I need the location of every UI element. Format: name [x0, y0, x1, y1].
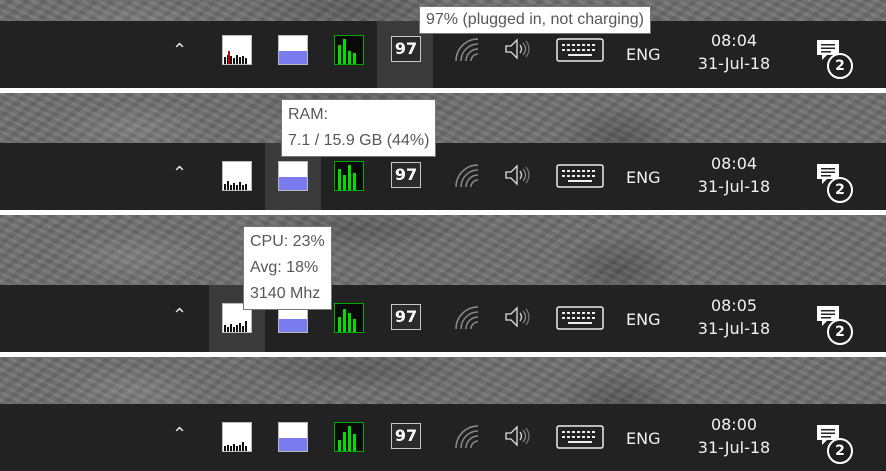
tooltip-line: Avg: 18%	[250, 259, 319, 276]
ram-meter-icon[interactable]	[278, 422, 308, 452]
ram-meter-icon[interactable]	[278, 161, 308, 191]
clock[interactable]: 08:04 31-Jul-18	[684, 153, 784, 199]
notification-count-badge: 2	[827, 438, 853, 464]
screenshot-panel-4: ⌃ 97 ENG 08:00 31-Jul-18 2	[0, 357, 886, 471]
input-language[interactable]: ENG	[626, 310, 660, 329]
network-graph-icon[interactable]	[334, 303, 364, 333]
network-graph-icon[interactable]	[334, 422, 364, 452]
screenshot-panel-1: ⌃ 97 ENG 08:04 31-Jul-18 2 97% (plugged …	[0, 0, 886, 88]
input-language[interactable]: ENG	[626, 168, 660, 187]
chevron-up-icon[interactable]: ⌃	[172, 41, 187, 61]
taskbar: ⌃ 97	[0, 404, 886, 471]
battery-icon[interactable]: 97	[391, 423, 421, 449]
chevron-up-icon[interactable]: ⌃	[172, 306, 187, 326]
network-graph-icon[interactable]	[334, 161, 364, 191]
taskbar: ⌃ 97	[0, 285, 886, 352]
tooltip-line: 7.1 / 15.9 GB (44%)	[288, 132, 430, 149]
cpu-graph-icon[interactable]	[222, 161, 252, 191]
chevron-up-icon[interactable]: ⌃	[172, 425, 187, 445]
battery-icon[interactable]: 97	[391, 36, 421, 62]
clock-time: 08:04	[710, 31, 758, 50]
ram-tooltip: RAM: 7.1 / 15.9 GB (44%)	[281, 99, 437, 157]
screenshot-panel-2: ⌃ 97 ENG 08:04 31-Jul-18 2 RAM: 7.1 / 15…	[0, 93, 886, 210]
chevron-up-icon[interactable]: ⌃	[172, 164, 187, 184]
tooltip-line: 3140 Mhz	[250, 285, 321, 302]
notification-count-badge: 2	[827, 319, 853, 345]
touch-keyboard-icon[interactable]	[556, 38, 604, 62]
cpu-graph-icon[interactable]	[222, 35, 252, 65]
input-language[interactable]: ENG	[626, 45, 660, 64]
touch-keyboard-icon[interactable]	[556, 164, 604, 188]
wifi-icon[interactable]	[452, 35, 480, 63]
input-language[interactable]: ENG	[626, 429, 660, 448]
volume-icon[interactable]	[503, 424, 531, 448]
clock-time: 08:05	[710, 296, 758, 315]
network-graph-icon[interactable]	[334, 35, 364, 65]
notification-count-badge: 2	[827, 53, 853, 79]
clock-date: 31-Jul-18	[697, 177, 771, 196]
wifi-icon[interactable]	[452, 303, 480, 331]
taskbar: ⌃ 97	[0, 143, 886, 210]
volume-icon[interactable]	[503, 305, 531, 329]
cpu-graph-icon[interactable]	[222, 422, 252, 452]
tooltip-line: CPU: 23%	[250, 233, 325, 250]
clock-date: 31-Jul-18	[697, 54, 771, 73]
clock-time: 08:00	[710, 415, 758, 434]
clock-time: 08:04	[710, 154, 758, 173]
screenshot-panel-3: ⌃ 97 ENG 08:05 31-Jul-18 2 CPU: 23% Avg:…	[0, 215, 886, 352]
cpu-tooltip: CPU: 23% Avg: 18% 3140 Mhz	[243, 226, 332, 310]
touch-keyboard-icon[interactable]	[556, 306, 604, 330]
tooltip-line: RAM:	[288, 106, 328, 123]
touch-keyboard-icon[interactable]	[556, 425, 604, 449]
clock[interactable]: 08:04 31-Jul-18	[684, 30, 784, 76]
volume-icon[interactable]	[503, 163, 531, 187]
ram-meter-icon[interactable]	[278, 35, 308, 65]
wifi-icon[interactable]	[452, 161, 480, 189]
clock[interactable]: 08:00 31-Jul-18	[684, 414, 784, 460]
clock-date: 31-Jul-18	[697, 319, 771, 338]
battery-tooltip: 97% (plugged in, not charging)	[419, 6, 651, 34]
tooltip-line: 97% (plugged in, not charging)	[426, 11, 644, 28]
clock[interactable]: 08:05 31-Jul-18	[684, 295, 784, 341]
wifi-icon[interactable]	[452, 422, 480, 450]
battery-icon[interactable]: 97	[391, 304, 421, 330]
notification-count-badge: 2	[827, 177, 853, 203]
battery-icon[interactable]: 97	[391, 162, 421, 188]
volume-icon[interactable]	[503, 37, 531, 61]
clock-date: 31-Jul-18	[697, 438, 771, 457]
